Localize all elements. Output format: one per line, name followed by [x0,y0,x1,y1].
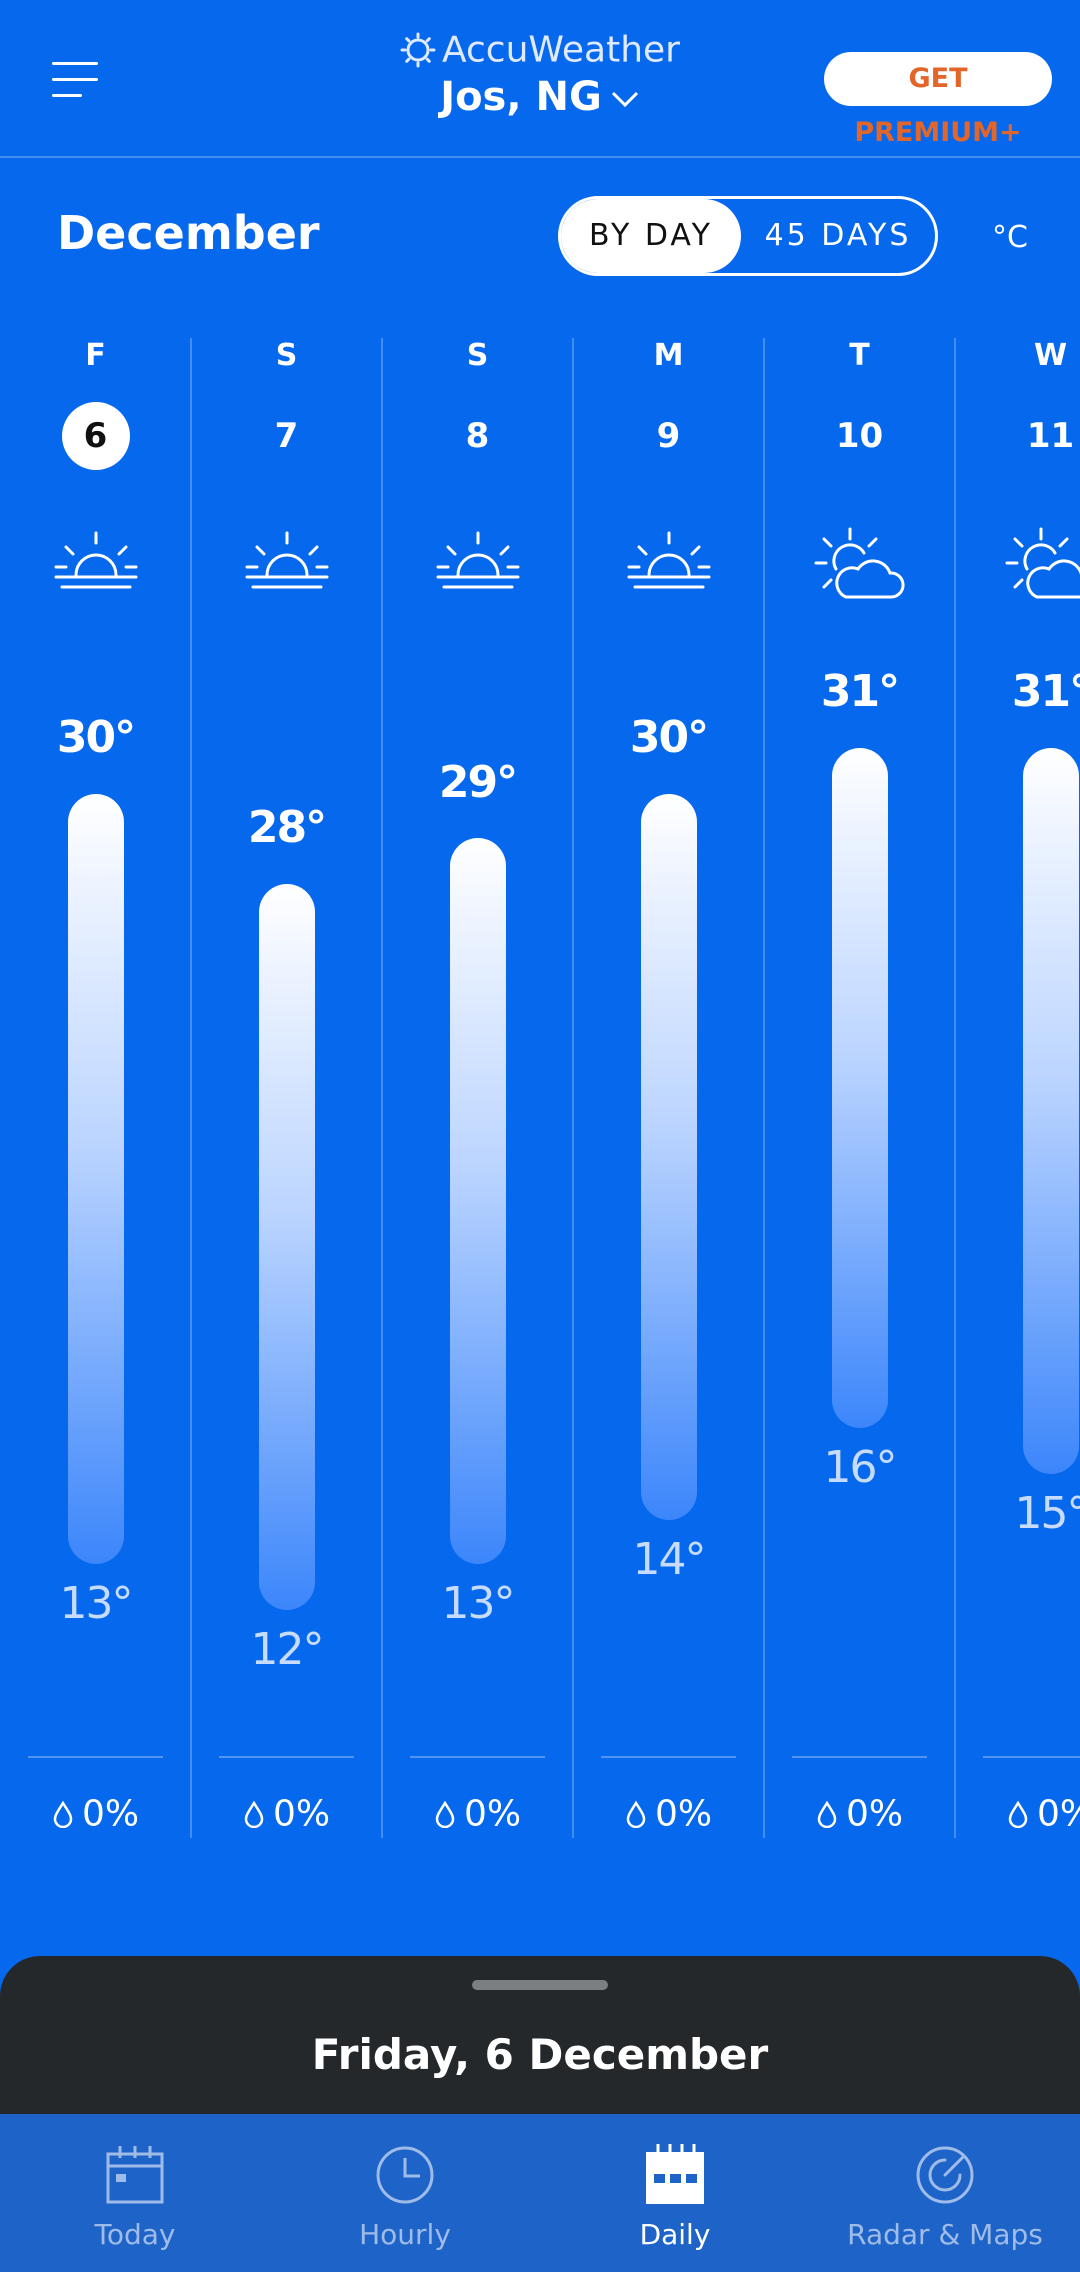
low-temp: 13° [59,1578,134,1629]
droplet-icon [435,1800,455,1828]
date-number: 11 [1026,416,1075,456]
brand-name: AccuWeather [442,29,680,71]
low-temp: 13° [441,1578,516,1629]
precipitation: 0% [0,1792,191,1835]
nav-radar-maps[interactable]: Radar & Maps [810,2114,1080,2272]
high-temp: 31° [820,666,900,717]
low-temp: 12° [250,1624,325,1675]
nav-label: Radar & Maps [847,2218,1043,2251]
location-name[interactable]: Jos, NG [440,74,602,120]
date-number: 6 [61,402,130,470]
date-number: 10 [835,416,884,456]
temp-range-bar [67,794,124,1564]
nav-hourly[interactable]: Hourly [270,2114,540,2272]
high-temp: 29° [438,757,518,808]
partly-cloudy-icon [1005,527,1080,599]
day-column[interactable]: S 7 28° 12° 0% [191,330,382,1850]
day-of-week: W [1033,338,1068,373]
nav-label: Today [94,2218,176,2251]
day-column[interactable]: T 10 31° 16° 0% [764,330,955,1850]
sheet-drag-handle[interactable] [472,1980,608,1990]
accuweather-logo-icon [400,32,436,68]
precipitation: 0% [191,1792,382,1835]
divider [28,1756,163,1758]
temp-range-bar [831,748,888,1428]
droplet-icon [53,1800,73,1828]
droplet-icon [817,1800,837,1828]
day-of-week: F [85,338,106,373]
sunrise-icon [54,531,137,589]
divider [792,1756,927,1758]
daily-forecast: F 6 30° 13° 0% S 7 28° 12° 0% S 8 29° 13… [0,330,1080,1850]
app-header: AccuWeather Jos, NG GET PREMIUM+ [0,0,1080,158]
droplet-icon [1008,1800,1028,1828]
precipitation: 0% [764,1792,955,1835]
temp-range-bar [449,838,506,1564]
low-temp: 15° [1014,1488,1080,1539]
date-number: 7 [274,416,299,456]
date-number: 8 [465,416,490,456]
day-column[interactable]: W 11 31° 15° 0% [955,330,1080,1850]
temp-range-bar [640,794,697,1520]
day-of-week: S [466,338,489,373]
nav-today[interactable]: Today [0,2114,270,2272]
chevron-down-icon[interactable] [610,89,640,109]
day-of-week: S [275,338,298,373]
partly-cloudy-icon [814,527,904,599]
day-column[interactable]: S 8 29° 13° 0% [382,330,573,1850]
calendar-daily-icon [646,2144,704,2204]
low-temp: 16° [823,1442,898,1493]
nav-label: Hourly [359,2218,451,2251]
sunrise-icon [245,531,328,589]
high-temp: 30° [56,712,136,763]
precip-value: 0% [81,1793,140,1835]
date-number: 9 [656,416,681,456]
radar-icon [916,2146,974,2204]
by-day-tab[interactable]: BY DAY [561,199,741,273]
high-temp: 31° [1011,666,1080,717]
temp-range-bar [258,884,315,1610]
precip-value: 0% [654,1793,713,1835]
droplet-icon [626,1800,646,1828]
day-column[interactable]: F 6 30° 13° 0% [0,330,191,1850]
precip-value: 0% [845,1793,904,1835]
clock-icon [376,2146,434,2204]
precip-value: 0% [463,1793,522,1835]
precipitation: 0% [573,1792,764,1835]
precip-value: 0% [1036,1793,1080,1835]
view-toggle[interactable]: BY DAY 45 DAYS [558,196,938,276]
droplet-icon [244,1800,264,1828]
high-temp: 28° [247,802,327,853]
divider [410,1756,545,1758]
precip-value: 0% [272,1793,331,1835]
high-temp: 30° [629,712,709,763]
sheet-title: Friday, 6 December [311,2030,769,2079]
day-detail-sheet[interactable]: Friday, 6 December [0,1956,1080,2116]
nav-label: Daily [639,2218,711,2251]
divider [601,1756,736,1758]
low-temp: 14° [632,1534,707,1585]
calendar-today-icon [106,2146,164,2204]
get-premium-button[interactable]: GET PREMIUM+ [824,52,1052,148]
unit-toggle[interactable]: °C [992,220,1028,255]
day-of-week: T [849,338,870,373]
precipitation: 0% [382,1792,573,1835]
sunrise-icon [627,531,710,589]
month-title: December [57,206,320,260]
precipitation: 0% [955,1792,1080,1835]
bottom-navigation: Today Hourly Daily Radar & Maps [0,2114,1080,2272]
divider [219,1756,354,1758]
divider [983,1756,1080,1758]
sunrise-icon [436,531,519,589]
45-days-tab[interactable]: 45 DAYS [741,199,935,273]
nav-daily[interactable]: Daily [540,2114,810,2272]
temp-range-bar [1022,748,1079,1474]
day-of-week: M [653,338,684,373]
day-column[interactable]: M 9 30° 14° 0% [573,330,764,1850]
